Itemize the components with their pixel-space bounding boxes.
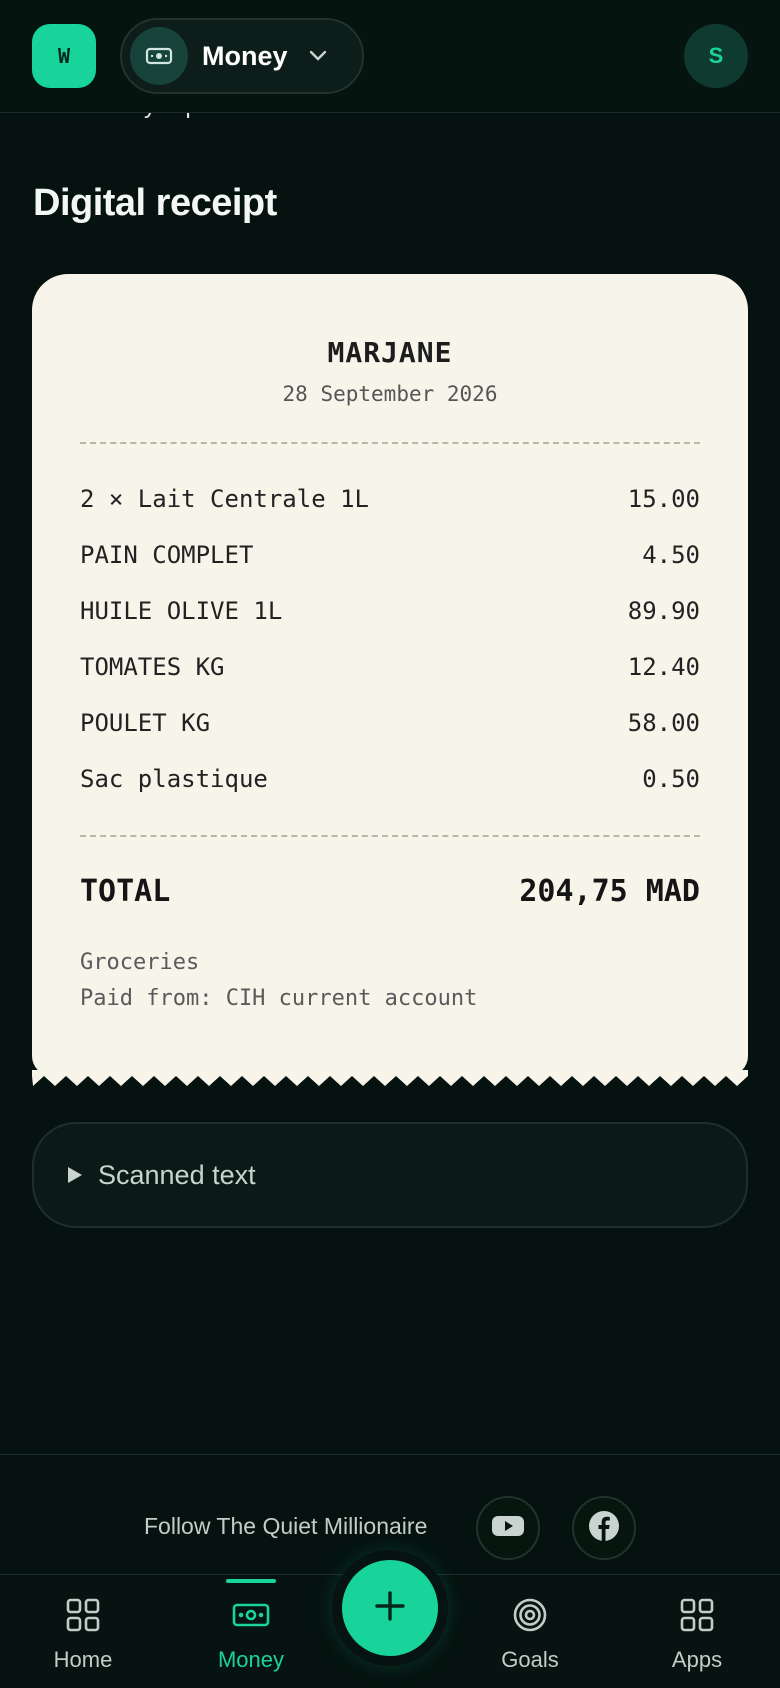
receipt-line-item: POULET KG 58.00 <box>80 705 700 741</box>
page-title: Digital receipt <box>33 182 277 224</box>
add-button[interactable] <box>342 1560 438 1656</box>
nav-money-label: Money <box>217 1647 285 1672</box>
app-switcher-button[interactable]: Money <box>120 18 364 94</box>
active-indicator <box>226 1579 276 1583</box>
youtube-link[interactable] <box>476 1496 540 1560</box>
item-name: Sac plastique <box>80 765 268 793</box>
nav-goals-label: Goals <box>501 1647 559 1672</box>
total-value: 204,75 MAD <box>519 874 700 909</box>
chevron-down-icon <box>308 50 328 62</box>
item-price: 89.90 <box>627 597 700 625</box>
receipt-card: MARJANE 28 September 2026 2 × Lait Centr… <box>32 274 748 1076</box>
youtube-icon <box>491 1514 525 1543</box>
target-icon <box>512 1597 548 1639</box>
receipt-divider <box>80 835 700 837</box>
receipt-torn-edge <box>32 1070 748 1086</box>
scanned-text-toggle[interactable]: Scanned text <box>32 1122 748 1228</box>
receipt-store-name: MARJANE <box>327 336 453 369</box>
item-price: 4.50 <box>642 541 700 569</box>
item-name: HUILE OLIVE 1L <box>80 597 283 625</box>
top-bar: W Money S <box>0 0 780 113</box>
item-name: TOMATES KG <box>80 653 225 681</box>
receipt-line-item: TOMATES KG 12.40 <box>80 649 700 685</box>
receipt-divider <box>80 442 700 444</box>
receipt-line-item: Sac plastique 0.50 <box>80 761 700 797</box>
receipt-total-row: TOTAL 204,75 MAD <box>80 874 700 909</box>
nav-apps[interactable]: Apps <box>632 1575 762 1688</box>
item-name: PAIN COMPLET <box>80 541 254 569</box>
receipt-date: 28 September 2026 <box>282 382 498 406</box>
item-price: 0.50 <box>642 765 700 793</box>
facebook-link[interactable] <box>572 1496 636 1560</box>
facebook-icon <box>588 1510 620 1547</box>
apps-icon <box>679 1597 715 1639</box>
nav-home-label: Home <box>53 1647 113 1672</box>
footer-divider <box>0 1454 780 1455</box>
user-avatar[interactable]: S <box>684 24 748 88</box>
nav-home[interactable]: Home <box>18 1575 148 1688</box>
receipt-category: Groceries <box>80 950 200 975</box>
receipt-line-item: HUILE OLIVE 1L 89.90 <box>80 593 700 629</box>
item-price: 15.00 <box>627 485 700 513</box>
banknote-icon <box>231 1597 271 1639</box>
follow-text: Follow The Quiet Millionaire <box>144 1513 428 1539</box>
receipt-line-item: PAIN COMPLET 4.50 <box>80 537 700 573</box>
app-logo[interactable]: W <box>32 24 96 88</box>
grid-icon <box>65 1597 101 1639</box>
receipt-line-item: 2 × Lait Centrale 1L 15.00 <box>80 481 700 517</box>
plus-icon <box>372 1588 408 1629</box>
nav-money[interactable]: Money <box>186 1575 316 1688</box>
nav-apps-label: Apps <box>671 1647 723 1672</box>
item-name: 2 × Lait Centrale 1L <box>80 485 369 513</box>
item-price: 58.00 <box>627 709 700 737</box>
total-label: TOTAL <box>80 874 171 909</box>
item-price: 12.40 <box>627 653 700 681</box>
scanned-text-label: Scanned text <box>98 1159 256 1190</box>
expand-triangle-icon <box>68 1167 82 1183</box>
banknote-icon <box>130 27 188 85</box>
app-switcher-label: Money <box>202 40 288 71</box>
nav-goals[interactable]: Goals <box>465 1575 595 1688</box>
receipt-paid-from: Paid from: CIH current account <box>80 986 478 1011</box>
item-name: POULET KG <box>80 709 211 737</box>
